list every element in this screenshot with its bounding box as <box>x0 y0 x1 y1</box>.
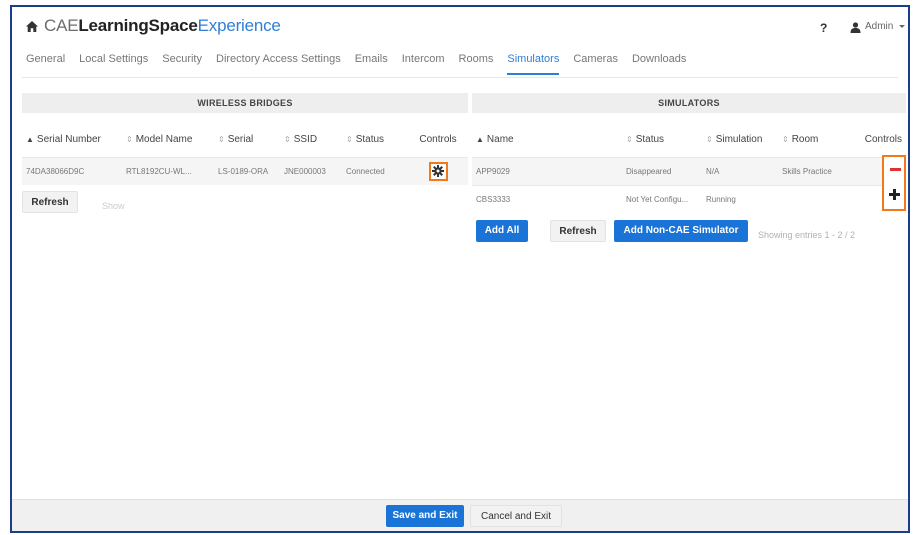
footer-bar: Save and Exit Cancel and Exit <box>12 499 908 531</box>
simulator-controls <box>882 155 906 211</box>
brand-part-2: LearningSpace <box>78 16 198 35</box>
cell-serial: LS-0189-ORA <box>214 156 280 185</box>
sort-icon: ⇕ <box>346 135 353 145</box>
cell-status: Disappeared <box>622 156 702 185</box>
brand-part-3: Experience <box>197 16 281 35</box>
column-serial[interactable]: ⇕ Serial <box>214 123 280 157</box>
brand-part-1: CAE <box>44 16 79 35</box>
sort-icon: ▲ <box>476 135 484 145</box>
app-brand: CAELearningSpaceExperience <box>44 16 281 36</box>
column-room[interactable]: ⇕ Room <box>778 123 858 157</box>
save-and-exit-button[interactable]: Save and Exit <box>386 505 464 527</box>
plus-icon-vertical[interactable] <box>893 189 896 200</box>
minus-icon[interactable] <box>890 168 901 171</box>
column-label: Status <box>635 134 665 146</box>
cell-controls <box>408 156 468 185</box>
column-model-name[interactable]: ⇕ Model Name <box>122 123 214 157</box>
simulators-refresh-button[interactable]: Refresh <box>550 220 606 242</box>
tab-local-settings[interactable]: Local Settings <box>79 47 148 75</box>
wireless-bridges-table: ▲ Serial Number ⇕ Model Name ⇕ Serial ⇕ SSID… <box>22 123 468 185</box>
chevron-down-icon[interactable] <box>899 25 905 28</box>
sort-icon: ⇕ <box>218 135 225 145</box>
column-name[interactable]: ▲ Name <box>472 123 622 157</box>
settings-tabs: General Local Settings Security Director… <box>26 47 700 75</box>
home-icon[interactable] <box>26 21 38 32</box>
column-status[interactable]: ⇕ Status <box>342 123 408 157</box>
column-serial-number[interactable]: ▲ Serial Number <box>22 123 122 157</box>
user-menu[interactable]: Admin <box>865 21 893 32</box>
cell-serial-number: 74DA38066D9C <box>22 156 122 185</box>
top-bar: CAELearningSpaceExperience ? Admin <box>12 7 908 41</box>
add-all-button[interactable]: Add All <box>476 220 528 242</box>
sort-icon: ▲ <box>26 135 34 145</box>
help-button[interactable]: ? <box>820 21 827 35</box>
tab-simulators[interactable]: Simulators <box>507 47 560 75</box>
cell-room <box>778 184 858 213</box>
gear-icon <box>432 165 444 178</box>
tab-emails[interactable]: Emails <box>355 47 388 75</box>
tab-divider <box>22 77 898 78</box>
cell-status: Connected <box>342 156 408 185</box>
column-status[interactable]: ⇕ Status <box>622 123 702 157</box>
sort-icon: ⇕ <box>284 135 291 145</box>
tab-rooms[interactable]: Rooms <box>459 47 494 75</box>
settings-button[interactable] <box>428 161 448 181</box>
cell-simulation: Running <box>702 184 778 213</box>
entries-count: Showing entries 1 - 2 / 2 <box>758 230 856 240</box>
show-entries-label[interactable]: Show <box>102 201 125 211</box>
column-simulation[interactable]: ⇕ Simulation <box>702 123 778 157</box>
sort-icon: ⇕ <box>782 135 789 145</box>
column-label: Serial <box>227 134 254 146</box>
cancel-and-exit-button[interactable]: Cancel and Exit <box>470 505 562 527</box>
sort-icon: ⇕ <box>626 135 633 145</box>
wireless-bridges-heading: WIRELESS BRIDGES <box>22 93 468 113</box>
column-controls: Controls <box>419 134 457 146</box>
tab-directory-access-settings[interactable]: Directory Access Settings <box>216 47 341 75</box>
cell-room: Skills Practice <box>778 156 858 185</box>
wireless-refresh-button[interactable]: Refresh <box>22 191 78 213</box>
app-window: CAELearningSpaceExperience ? Admin Gener… <box>10 5 910 533</box>
column-label: Model Name <box>135 134 193 146</box>
tab-downloads[interactable]: Downloads <box>632 47 686 75</box>
cell-model-name: RTL8192CU-WL... <box>122 156 214 185</box>
tab-security[interactable]: Security <box>162 47 202 75</box>
tab-cameras[interactable]: Cameras <box>573 47 618 75</box>
sort-icon: ⇕ <box>126 135 133 145</box>
cell-name: APP9029 <box>472 156 622 185</box>
cell-status: Not Yet Configu... <box>622 184 702 213</box>
column-ssid[interactable]: ⇕ SSID <box>280 123 342 157</box>
table-row[interactable]: APP9029 Disappeared N/A Skills Practice <box>472 156 906 185</box>
table-row[interactable]: CBS3333 Not Yet Configu... Running <box>472 184 906 213</box>
column-label: Serial Number <box>36 134 101 146</box>
cell-ssid: JNE000003 <box>280 156 342 185</box>
simulators-table: ▲ Name ⇕ Status ⇕ Simulation ⇕ Room Controls… <box>472 123 906 213</box>
simulators-heading: SIMULATORS <box>472 93 906 113</box>
tab-general[interactable]: General <box>26 47 65 75</box>
add-non-cae-simulator-button[interactable]: Add Non-CAE Simulator <box>614 220 748 242</box>
table-row[interactable]: 74DA38066D9C RTL8192CU-WL... LS-0189-ORA… <box>22 156 468 185</box>
user-icon <box>850 22 861 33</box>
cell-name: CBS3333 <box>472 184 622 213</box>
column-label: SSID <box>293 134 318 146</box>
column-label: Simulation <box>715 134 763 146</box>
sort-icon: ⇕ <box>706 135 713 145</box>
cell-simulation: N/A <box>702 156 778 185</box>
tab-intercom[interactable]: Intercom <box>402 47 445 75</box>
column-label: Status <box>355 134 385 146</box>
column-label: Room <box>791 134 819 146</box>
column-controls: Controls <box>864 134 902 146</box>
column-label: Name <box>486 134 514 146</box>
